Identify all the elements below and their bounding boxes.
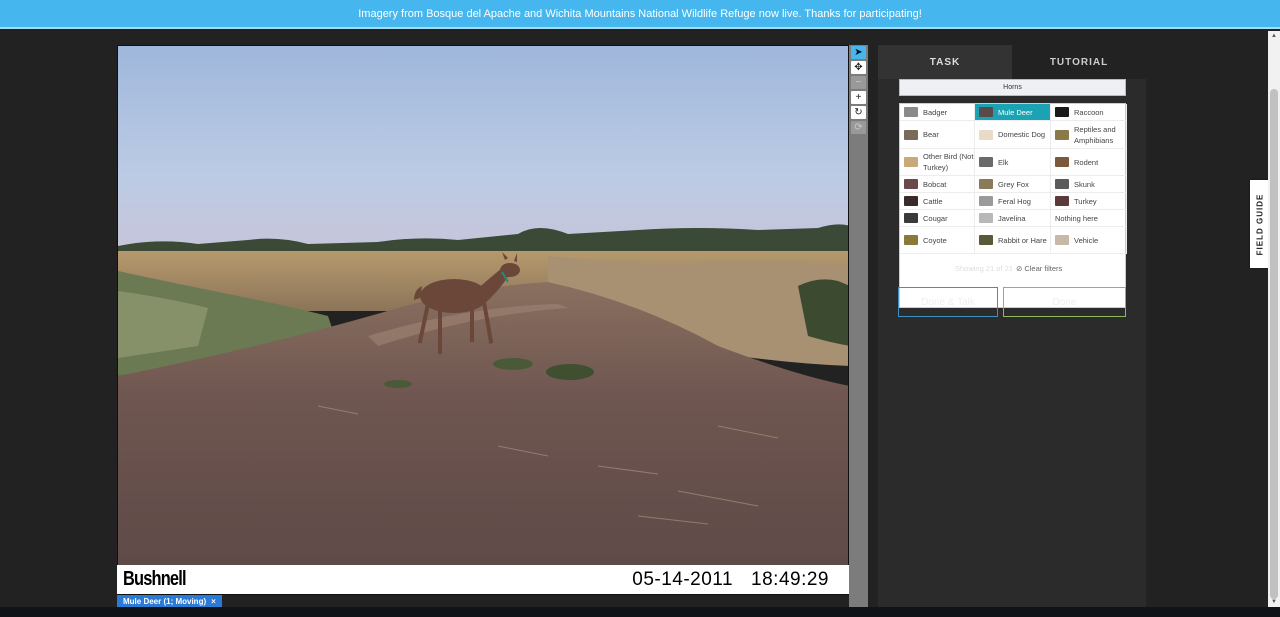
- species-thumbnail: [979, 213, 993, 223]
- choice-turkey[interactable]: Turkey: [1051, 193, 1127, 210]
- species-thumbnail: [979, 107, 993, 117]
- clear-filters-link[interactable]: ⊘ Clear filters: [1016, 264, 1062, 273]
- zoom-out-icon[interactable]: −: [851, 76, 866, 89]
- choice-raccoon[interactable]: Raccoon: [1051, 104, 1127, 121]
- choice-bear[interactable]: Bear: [900, 121, 975, 149]
- capture-timestamp: 05-14-2011 18:49:29: [614, 569, 843, 591]
- characteristic-filter[interactable]: Horns: [899, 79, 1126, 96]
- species-thumbnail: [979, 179, 993, 189]
- choice-label: Badger: [923, 107, 948, 117]
- choice-label: Rodent: [1074, 157, 1099, 167]
- species-thumbnail: [979, 157, 993, 167]
- choice-label: Bear: [923, 130, 939, 139]
- choice-skunk[interactable]: Skunk: [1051, 176, 1127, 193]
- choice-domestic-dog[interactable]: Domestic Dog: [975, 121, 1051, 149]
- species-thumbnail: [904, 179, 918, 189]
- choice-label: Turkey: [1074, 196, 1097, 206]
- choice-elk[interactable]: Elk: [975, 149, 1051, 176]
- choice-label: Javelina: [998, 213, 1026, 223]
- species-thumbnail: [1055, 235, 1069, 245]
- choice-label: Skunk: [1074, 179, 1095, 189]
- choice-cougar[interactable]: Cougar: [900, 210, 975, 227]
- choice-label: Cattle: [923, 196, 943, 206]
- species-thumbnail: [904, 213, 918, 223]
- os-taskbar: [0, 607, 1280, 617]
- field-guide-label: FIELD GUIDE: [1255, 193, 1265, 255]
- species-thumbnail: [979, 196, 993, 206]
- choice-bobcat[interactable]: Bobcat: [900, 176, 975, 193]
- image-toolbar: ➤ ✥ − + ↻ ⟳: [849, 45, 868, 607]
- choice-label: Reptiles and Amphibians: [1074, 124, 1116, 145]
- subject-image[interactable]: [117, 45, 849, 595]
- rotate-icon[interactable]: ↻: [851, 106, 866, 119]
- choice-other-bird-not-turkey[interactable]: Other Bird (Not Turkey): [900, 149, 975, 176]
- choice-rabbit-or-hare[interactable]: Rabbit or Hare: [975, 227, 1051, 254]
- choice-grey-fox[interactable]: Grey Fox: [975, 176, 1051, 193]
- scroll-down-icon[interactable]: ▼: [1268, 597, 1280, 607]
- banner-text: Imagery from Bosque del Apache and Wichi…: [358, 7, 922, 20]
- choice-label: Elk: [998, 157, 1009, 167]
- choice-feral-hog[interactable]: Feral Hog: [975, 193, 1051, 210]
- choice-javelina[interactable]: Javelina: [975, 210, 1051, 227]
- species-thumbnail: [904, 129, 918, 140]
- species-thumbnail: [1055, 179, 1069, 189]
- scroll-thumb[interactable]: [1270, 89, 1278, 599]
- camera-brand: Bushnell: [123, 568, 187, 590]
- pointer-icon[interactable]: ➤: [851, 46, 866, 59]
- choice-label: Coyote: [923, 235, 947, 245]
- species-thumbnail: [904, 196, 918, 206]
- choice-reptiles-and-amphibians[interactable]: Reptiles and Amphibians: [1051, 121, 1127, 149]
- choice-label: Feral Hog: [998, 196, 1031, 206]
- species-choice-grid: Badger Mule Deer Raccoon Bear Domestic Dog Re…: [899, 103, 1127, 308]
- species-thumbnail: [904, 235, 918, 245]
- camera-stamp: Bushnell 05-14-2011 18:49:29: [117, 565, 849, 594]
- tab-task[interactable]: TASK: [878, 45, 1012, 79]
- choice-label: Vehicle: [1074, 235, 1099, 245]
- species-thumbnail: [904, 157, 918, 167]
- panel-tabs: TASK TUTORIAL: [878, 45, 1146, 79]
- filter-status: Showing 21 of 21 ⊘ Clear filters: [955, 264, 1062, 273]
- species-thumbnail: [1055, 129, 1069, 140]
- choice-rodent[interactable]: Rodent: [1051, 149, 1127, 176]
- choice-label: Rabbit or Hare: [998, 235, 1047, 245]
- done-button[interactable]: Done: [1003, 287, 1126, 317]
- choice-coyote[interactable]: Coyote: [900, 227, 975, 254]
- trail-camera-photo: [118, 46, 848, 566]
- choice-label: Other Bird (Not Turkey): [923, 152, 974, 172]
- choice-label: Raccoon: [1074, 107, 1104, 117]
- choice-badger[interactable]: Badger: [900, 104, 975, 121]
- field-guide-tab[interactable]: FIELD GUIDE: [1250, 180, 1270, 268]
- done-and-talk-button[interactable]: Done & Talk: [898, 287, 998, 317]
- choice-nothing-here[interactable]: Nothing here: [1051, 210, 1127, 227]
- move-icon[interactable]: ✥: [851, 61, 866, 74]
- species-thumbnail: [1055, 196, 1069, 206]
- choice-label: Bobcat: [923, 179, 947, 189]
- task-panel: TASK TUTORIAL Horns Badger Mule Deer Racco…: [878, 45, 1146, 607]
- page-scrollbar[interactable]: ▲ ▼: [1268, 31, 1280, 607]
- capture-time: 18:49:29: [751, 568, 829, 590]
- species-thumbnail: [1055, 107, 1069, 117]
- species-thumbnail: [979, 129, 993, 140]
- annotation-label: Mule Deer (1; Moving): [123, 597, 207, 606]
- tab-tutorial[interactable]: TUTORIAL: [1012, 45, 1146, 79]
- annotation-remove-icon[interactable]: ×: [211, 597, 216, 606]
- choice-vehicle[interactable]: Vehicle: [1051, 227, 1127, 254]
- scroll-up-icon[interactable]: ▲: [1268, 31, 1280, 41]
- choice-cattle[interactable]: Cattle: [900, 193, 975, 210]
- species-thumbnail: [979, 235, 993, 245]
- species-thumbnail: [904, 107, 918, 117]
- choice-label: Domestic Dog: [998, 130, 1046, 139]
- filter-horns[interactable]: Horns: [1003, 84, 1022, 91]
- choice-mule-deer[interactable]: Mule Deer: [975, 104, 1051, 121]
- choice-label: Cougar: [923, 213, 948, 223]
- announcement-banner: Imagery from Bosque del Apache and Wichi…: [0, 0, 1280, 29]
- capture-date: 05-14-2011: [632, 568, 734, 590]
- choice-label: Mule Deer: [998, 107, 1033, 117]
- zoom-in-icon[interactable]: +: [851, 91, 866, 104]
- species-thumbnail: [1055, 157, 1069, 167]
- choice-label: Nothing here: [1055, 213, 1098, 223]
- showing-count: Showing 21 of 21: [955, 264, 1013, 273]
- choice-label: Grey Fox: [998, 179, 1029, 189]
- reset-icon[interactable]: ⟳: [851, 121, 866, 134]
